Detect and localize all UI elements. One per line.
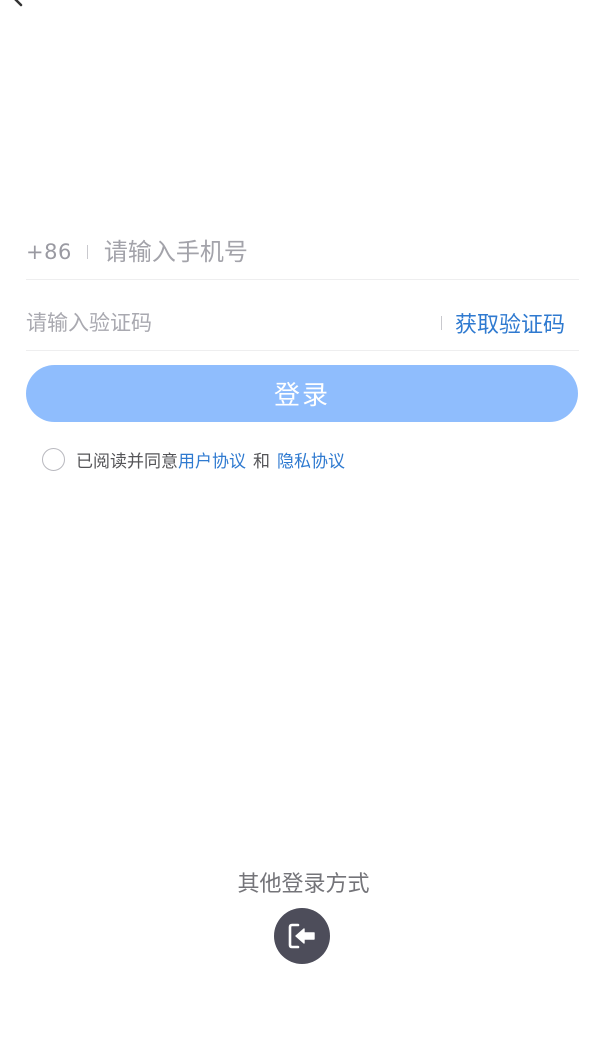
code-input[interactable] [26,302,441,343]
phone-divider [86,244,88,259]
agreement-prefix: 已阅读并同意 [76,451,178,472]
agree-checkbox[interactable] [42,447,65,471]
login-button[interactable]: 登录 [26,365,578,422]
country-code[interactable]: +86 [26,240,72,264]
phone-row: +86 [26,224,579,280]
login-page: +86 获取验证码 登录 已阅读并同意 用户协议 和 隐私协议 其他登录方式 [0,0,607,1048]
agreement-row: 已阅读并同意 用户协议 和 隐私协议 [42,446,345,472]
get-code-button[interactable]: 获取验证码 [455,307,565,339]
back-button[interactable] [6,0,28,8]
agreement-and: 和 [253,451,270,472]
code-row: 获取验证码 [26,295,579,351]
alt-login-button[interactable] [274,908,330,964]
code-divider [440,315,442,330]
other-login-label: 其他登录方式 [237,872,370,897]
chevron-left-icon [14,0,23,7]
sign-in-arrow-icon [288,923,315,949]
privacy-agreement-link[interactable]: 隐私协议 [277,447,345,472]
phone-input[interactable] [103,231,579,272]
user-agreement-link[interactable]: 用户协议 [178,447,246,472]
